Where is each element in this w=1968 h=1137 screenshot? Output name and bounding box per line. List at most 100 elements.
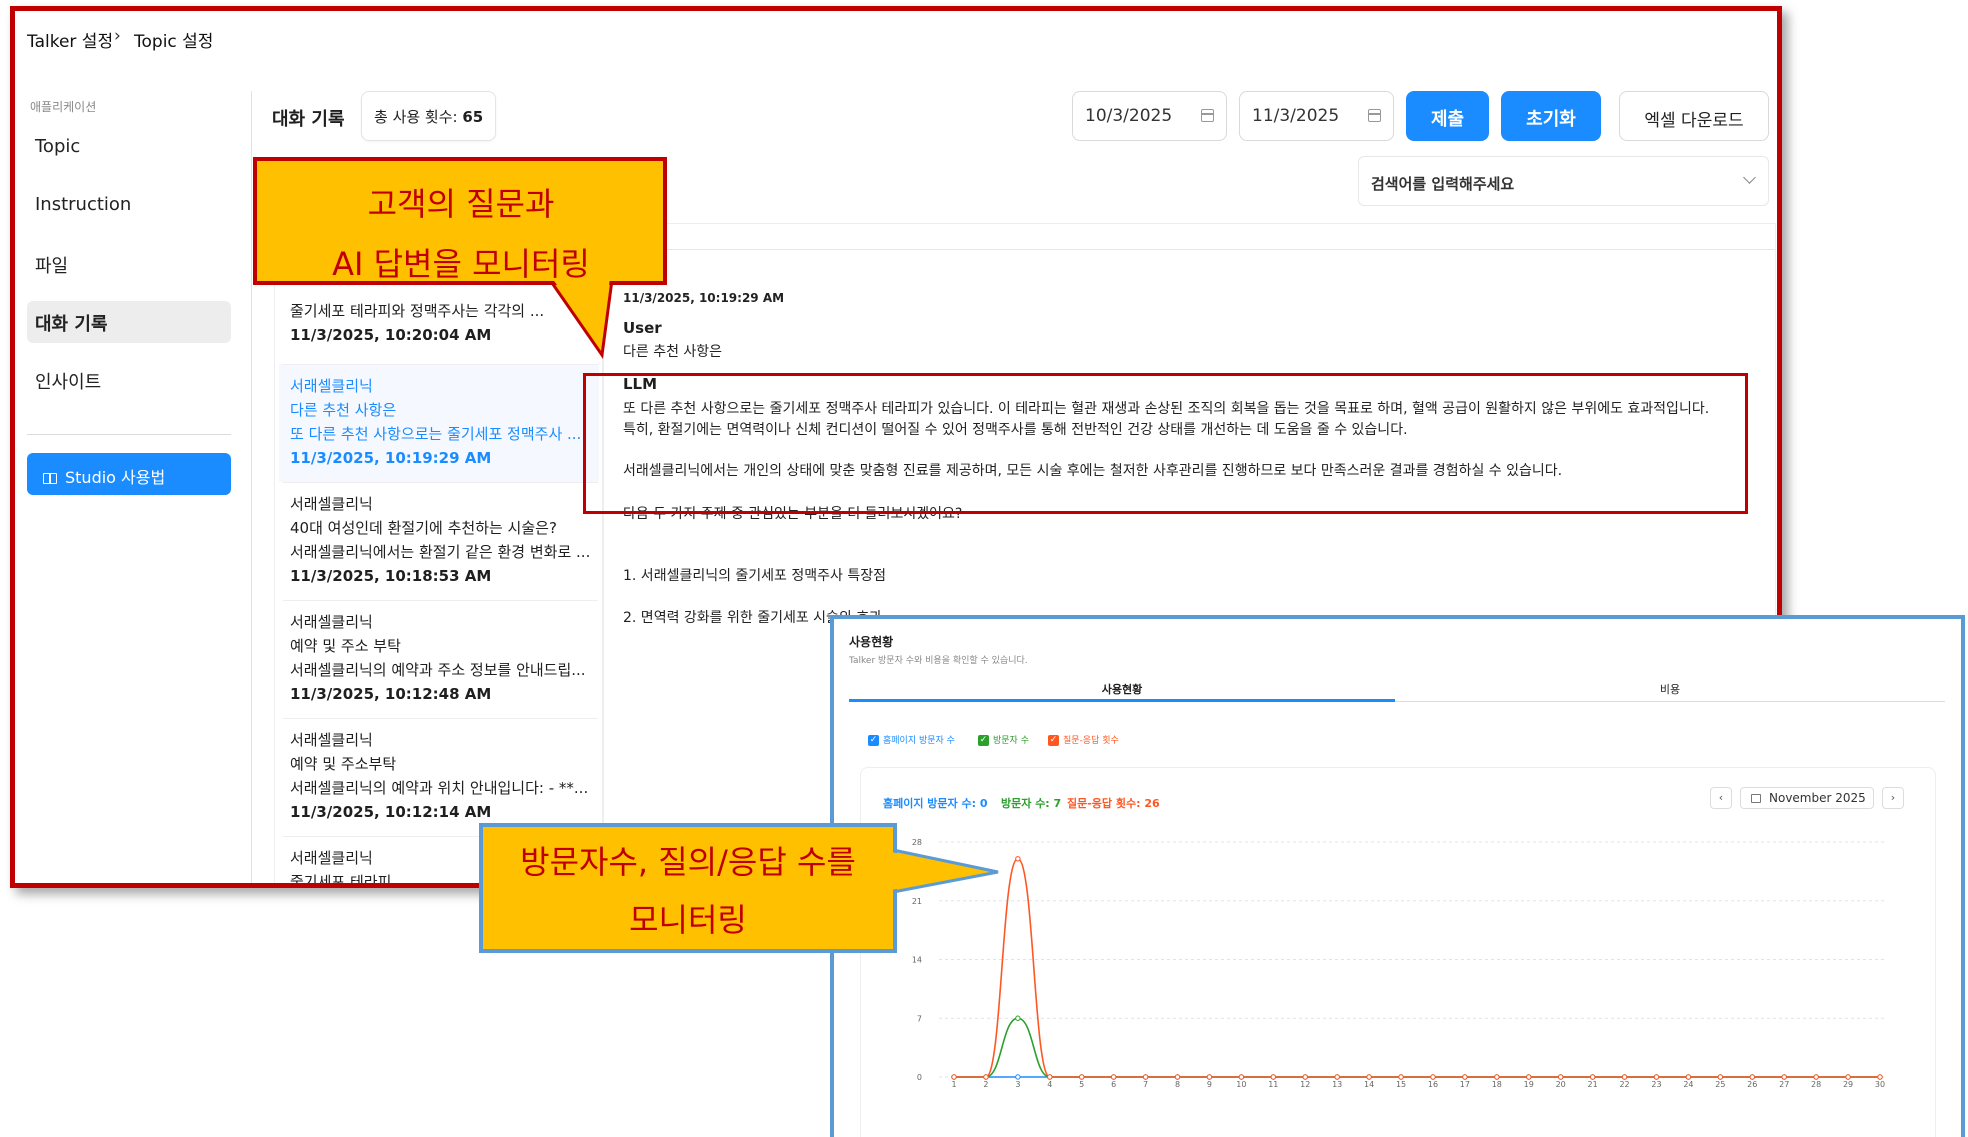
x-tick-label: 16 xyxy=(1428,1080,1438,1089)
breadcrumb-current: Topic 설정 xyxy=(134,32,214,52)
book-icon xyxy=(43,473,57,484)
x-tick-label: 10 xyxy=(1236,1080,1246,1089)
x-tick-label: 28 xyxy=(1811,1080,1821,1089)
list-item[interactable]: 서래셀클리닉 다른 추천 사항은 또 다른 추천 사항으로는 줄기세포 정맥주사… xyxy=(290,374,590,470)
y-tick-label: 0 xyxy=(917,1073,922,1082)
series-line xyxy=(953,857,1880,1078)
x-tick-label: 20 xyxy=(1556,1080,1566,1089)
conversation-preview: 서래셀클리닉의 예약과 주소 정보를 안내드립... xyxy=(290,661,586,679)
callout-line: 모니터링 xyxy=(629,901,747,939)
data-point xyxy=(1813,1074,1819,1080)
x-tick-label: 27 xyxy=(1779,1080,1789,1089)
x-tick-label: 2 xyxy=(983,1080,988,1089)
data-point xyxy=(1557,1074,1564,1080)
callout-monitor-qa: 고객의 질문과 AI 답변을 모니터링 xyxy=(257,174,665,294)
data-point xyxy=(1238,1074,1245,1080)
list-item[interactable]: 서래셀클리닉 예약 및 주소 부탁 서래셀클리닉의 예약과 주소 정보를 안내드… xyxy=(290,610,590,706)
breadcrumb-separator: › xyxy=(114,26,121,46)
x-tick-label: 5 xyxy=(1079,1080,1084,1089)
list-divider xyxy=(283,600,598,601)
sidebar-item-label: 대화 기록 xyxy=(35,314,108,335)
sidebar-item-topic[interactable]: Topic xyxy=(27,127,231,169)
sidebar-divider xyxy=(27,434,231,435)
data-point xyxy=(1845,1074,1851,1080)
studio-guide-label: Studio 사용법 xyxy=(65,468,166,487)
x-tick-label: 23 xyxy=(1651,1080,1661,1089)
data-point xyxy=(1270,1074,1277,1080)
sidebar-item-label: 인사이트 xyxy=(35,372,102,393)
data-point xyxy=(1206,1074,1213,1080)
x-tick-label: 14 xyxy=(1364,1080,1374,1089)
sidebar-section-title: 애플리케이션 xyxy=(30,100,97,114)
chevron-down-icon xyxy=(1743,171,1756,184)
data-point xyxy=(1781,1074,1787,1080)
breadcrumb-root[interactable]: Talker 설정 xyxy=(27,27,113,52)
sidebar-item-conversation-log[interactable]: 대화 기록 xyxy=(27,301,231,343)
list-divider xyxy=(283,718,598,719)
sidebar-item-instruction[interactable]: Instruction xyxy=(27,185,231,227)
sidebar-item-files[interactable]: 파일 xyxy=(27,243,231,285)
data-point xyxy=(983,1074,989,1080)
excel-download-button[interactable]: 엑셀 다운로드 xyxy=(1619,91,1769,141)
conversation-question: 40대 여성인데 환절기에 추천하는 시술은? xyxy=(290,519,557,537)
conversation-preview: 서래셀클리닉의 예약과 위치 안내입니다: - **... xyxy=(290,779,589,797)
search-placeholder: 검색어를 입력해주세요 xyxy=(1371,175,1515,193)
conversation-title: 서래셀클리닉 xyxy=(290,377,373,395)
data-point xyxy=(1110,1074,1117,1080)
data-point xyxy=(1334,1074,1340,1080)
data-point xyxy=(1621,1074,1628,1080)
followup-option-1[interactable]: 1. 서래셀클리닉의 줄기세포 정맥주사 특장점 xyxy=(623,565,886,585)
sidebar-item-label: Topic xyxy=(35,136,81,157)
x-tick-label: 11 xyxy=(1268,1080,1278,1089)
data-point xyxy=(1047,1074,1053,1080)
conversation-title: 서래셀클리닉 xyxy=(290,731,373,749)
usage-count-label: 총 사용 횟수: xyxy=(374,108,463,126)
x-tick-label: 25 xyxy=(1715,1080,1725,1089)
x-tick-label: 19 xyxy=(1524,1080,1534,1089)
data-point xyxy=(951,1074,957,1080)
submit-button[interactable]: 제출 xyxy=(1406,91,1489,141)
x-tick-label: 29 xyxy=(1843,1080,1853,1089)
data-point xyxy=(1430,1074,1436,1080)
callout-monitor-visitors: 방문자수, 질의/응답 수를 모니터링 xyxy=(481,833,895,949)
callout-line: 방문자수, 질의/응답 수를 xyxy=(520,843,856,881)
callout-line: AI 답변을 모니터링 xyxy=(332,245,590,283)
conversation-title: 서래셀클리닉 xyxy=(290,495,373,513)
conversation-time: 11/3/2025, 10:12:14 AM xyxy=(290,803,492,821)
search-select[interactable]: 검색어를 입력해주세요 xyxy=(1358,156,1769,206)
data-point xyxy=(1015,1015,1021,1021)
sidebar-item-insight[interactable]: 인사이트 xyxy=(27,359,231,401)
start-date-input[interactable]: 10/3/2025 xyxy=(1072,91,1227,141)
data-point xyxy=(1653,1074,1660,1080)
usage-count-badge: 총 사용 횟수: 65 xyxy=(361,91,497,141)
conversation-preview: 또 다른 추천 사항으로는 줄기세포 정맥주사 ... xyxy=(290,425,582,443)
end-date-value: 11/3/2025 xyxy=(1252,106,1340,126)
x-tick-label: 21 xyxy=(1588,1080,1598,1089)
list-item[interactable]: 서래셀클리닉 예약 및 주소부탁 서래셀클리닉의 예약과 위치 안내입니다: -… xyxy=(290,728,590,824)
calendar-icon xyxy=(1201,109,1214,122)
data-point xyxy=(1142,1074,1149,1080)
calendar-icon xyxy=(1368,109,1381,122)
data-point xyxy=(1877,1074,1883,1080)
conversation-time: 11/3/2025, 10:19:29 AM xyxy=(290,449,492,467)
x-tick-label: 26 xyxy=(1747,1080,1757,1089)
reset-button[interactable]: 초기화 xyxy=(1501,91,1601,141)
llm-answer-highlight xyxy=(583,373,1748,514)
studio-guide-button[interactable]: Studio 사용법 xyxy=(27,453,231,495)
x-tick-label: 7 xyxy=(1143,1080,1148,1089)
conversation-preview: 서래셀클리닉에서는 환절기 같은 환경 변화로 ... xyxy=(290,543,590,561)
data-point xyxy=(1079,1074,1085,1080)
page-title: 대화 기록 xyxy=(272,109,345,130)
list-item[interactable]: 서래셀클리닉 40대 여성인데 환절기에 추천하는 시술은? 서래셀클리닉에서는… xyxy=(290,492,590,588)
series-line xyxy=(953,1017,1880,1078)
data-point xyxy=(1398,1074,1404,1080)
conversation-time: 11/3/2025, 10:18:53 AM xyxy=(290,567,492,585)
start-date-value: 10/3/2025 xyxy=(1085,106,1173,126)
y-tick-label: 7 xyxy=(917,1014,922,1023)
conversation-question: 예약 및 주소부탁 xyxy=(290,755,397,773)
end-date-input[interactable]: 11/3/2025 xyxy=(1239,91,1394,141)
x-tick-label: 9 xyxy=(1207,1080,1212,1089)
data-point xyxy=(1462,1074,1468,1080)
detail-divider xyxy=(603,249,1775,250)
data-point xyxy=(1494,1074,1500,1080)
